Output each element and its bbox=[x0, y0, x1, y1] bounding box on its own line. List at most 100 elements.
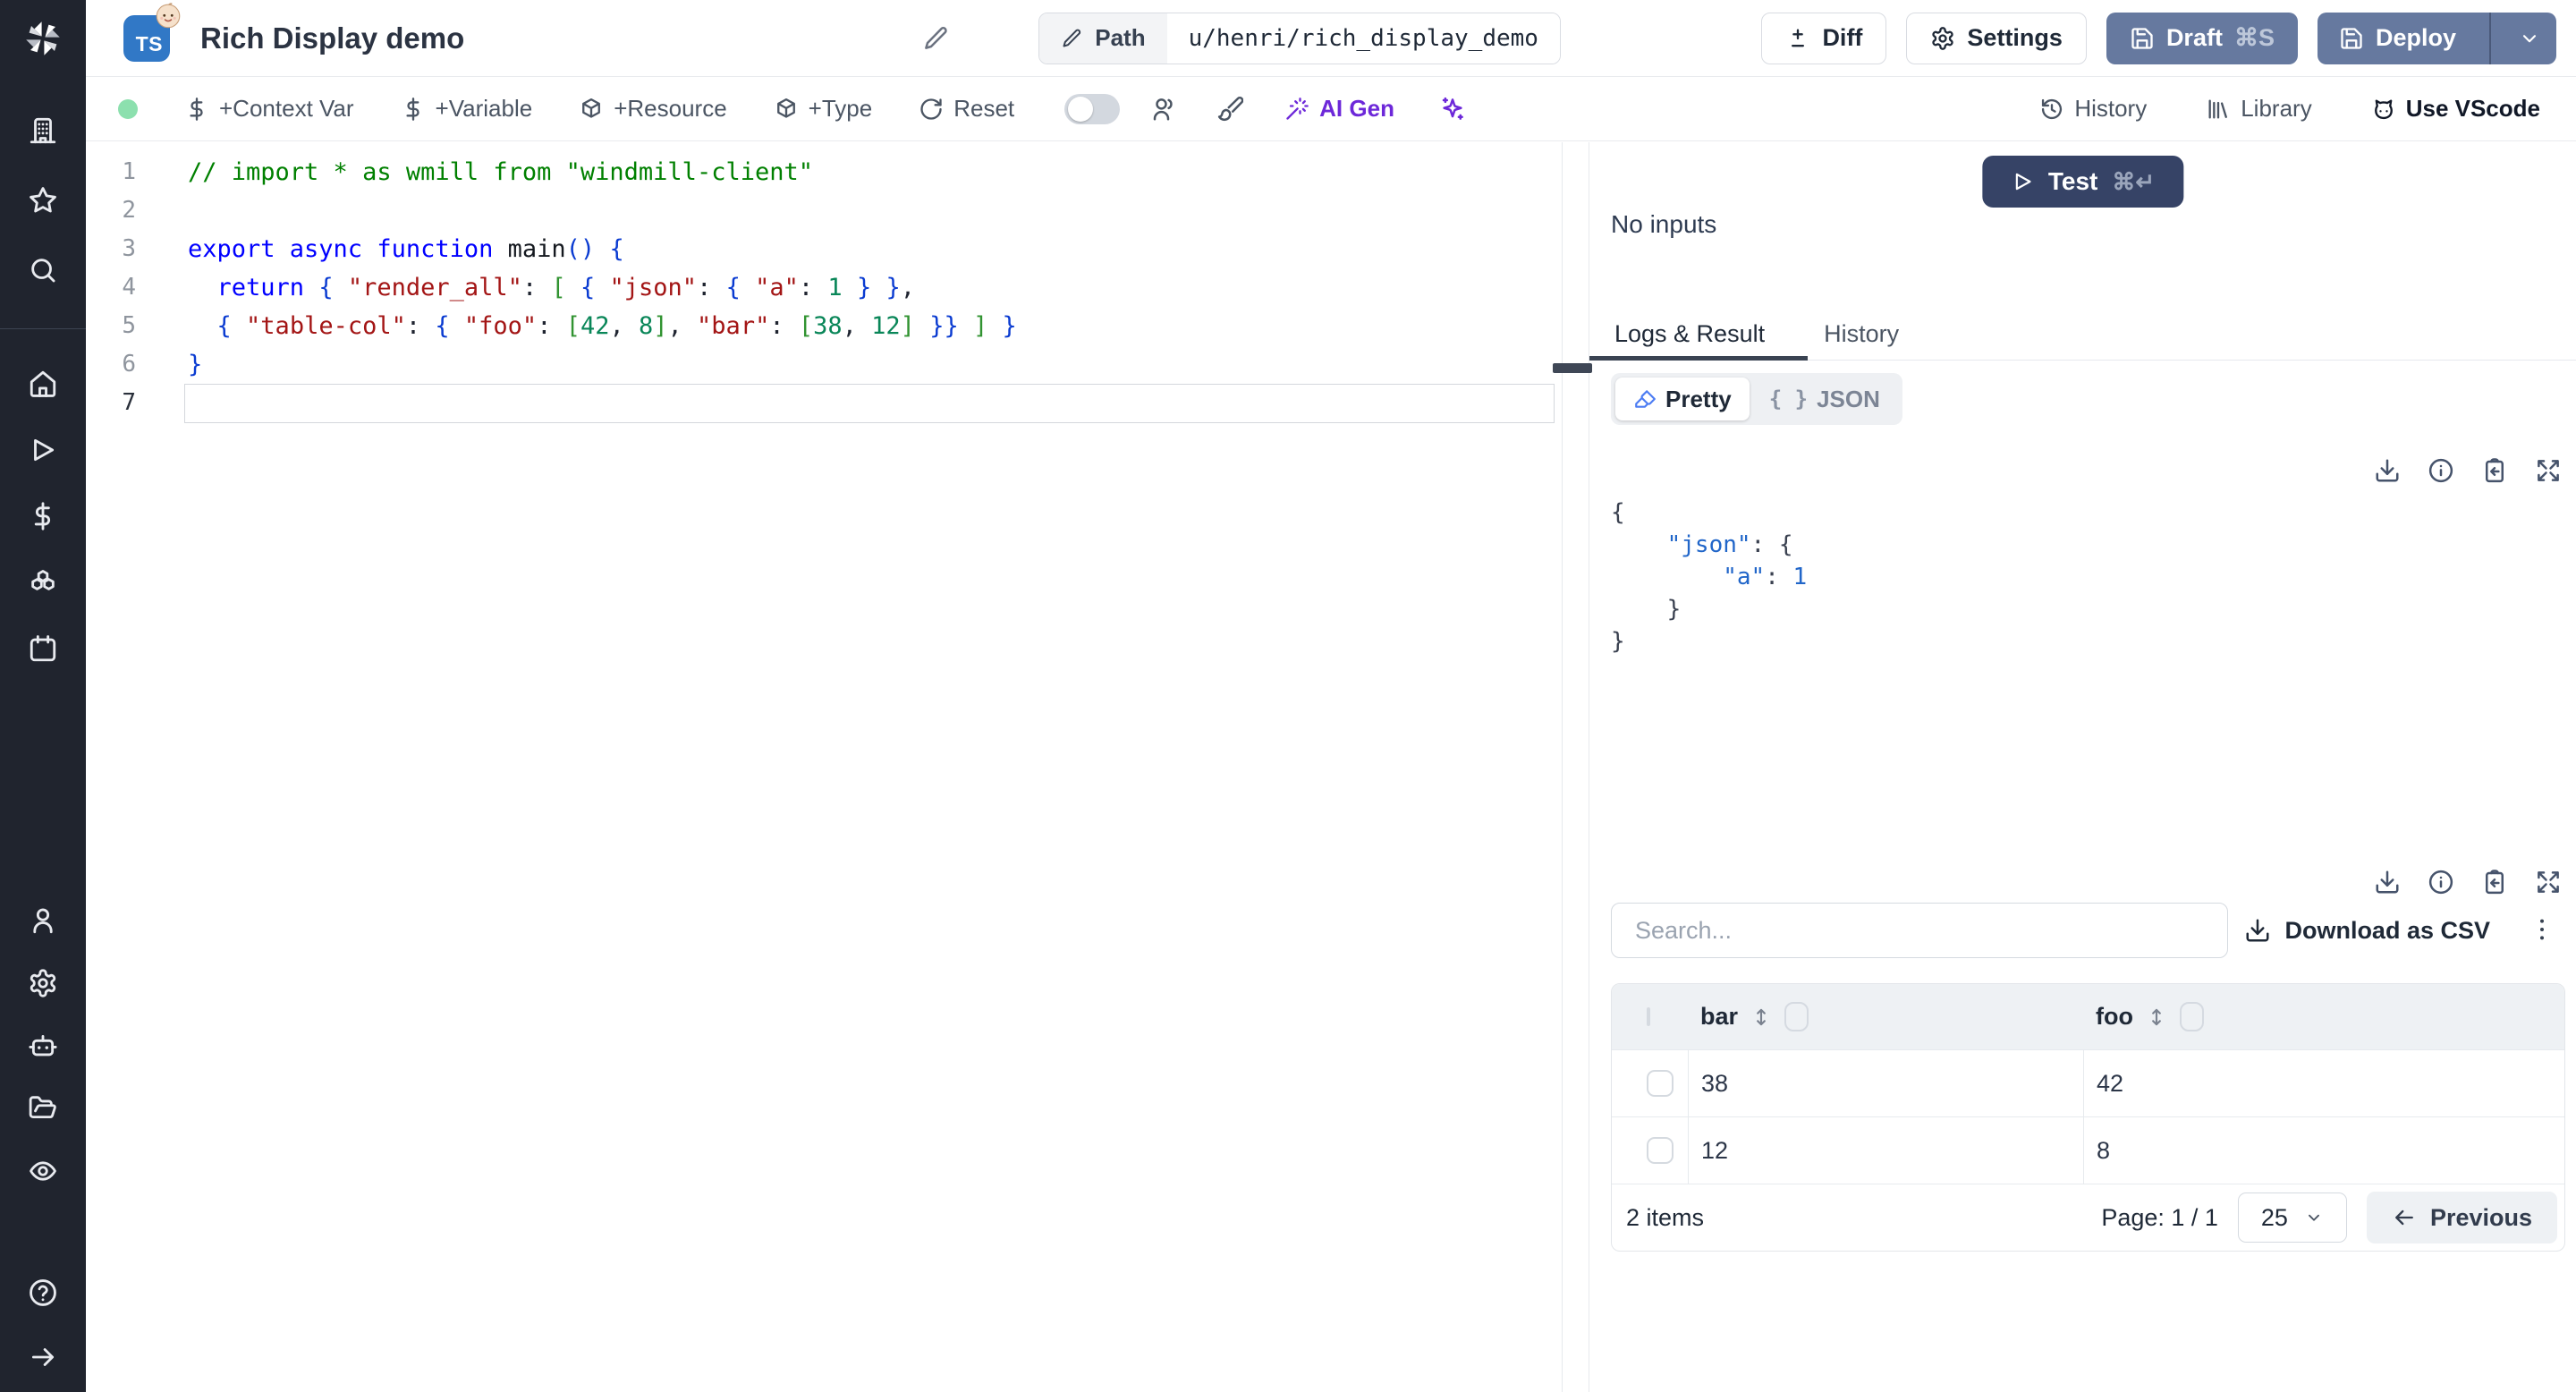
search-icon[interactable] bbox=[28, 255, 58, 285]
table-menu-kebab-icon[interactable] bbox=[2528, 915, 2556, 944]
json-view-button[interactable]: { } JSON bbox=[1751, 378, 1898, 420]
building-icon[interactable] bbox=[28, 115, 58, 146]
line-number: 6 bbox=[122, 351, 136, 378]
pretty-view-button[interactable]: Pretty bbox=[1615, 378, 1750, 420]
code-line[interactable]: } bbox=[188, 345, 1562, 384]
calendar-icon[interactable] bbox=[28, 633, 58, 664]
table-row[interactable]: 38 42 bbox=[1612, 1049, 2564, 1116]
select-all-cell bbox=[1612, 1006, 1688, 1026]
sort-icon[interactable] bbox=[1750, 1006, 1773, 1029]
pane-resize-handle[interactable] bbox=[1553, 363, 1592, 373]
column-filter-pill[interactable] bbox=[1784, 1002, 1809, 1031]
row-checkbox[interactable] bbox=[1647, 1137, 1674, 1164]
select-all-checkbox[interactable] bbox=[1647, 1006, 1650, 1026]
download-csv-label: Download as CSV bbox=[2284, 916, 2490, 944]
table-footer: 2 items Page: 1 / 1 25 Previous bbox=[1612, 1184, 2564, 1251]
star-icon[interactable] bbox=[28, 185, 58, 216]
library-button[interactable]: Library bbox=[2206, 95, 2312, 123]
add-context-var-button[interactable]: +Context Var bbox=[184, 95, 354, 123]
info-icon[interactable] bbox=[2428, 869, 2454, 895]
user-icon[interactable] bbox=[28, 905, 58, 936]
boxes-icon[interactable] bbox=[28, 567, 58, 598]
ai-gen-button[interactable]: AI Gen bbox=[1284, 95, 1394, 123]
code-line[interactable]: // import * as wmill from "windmill-clie… bbox=[188, 153, 1562, 191]
copy-clipboard-icon[interactable] bbox=[2481, 869, 2508, 895]
code-editor[interactable]: 1 2 3 4 5 6 7 // import * as wmill from "windm… bbox=[86, 142, 1562, 1392]
code-line[interactable]: return { "render_all": [ { "json": { "a"… bbox=[188, 268, 1562, 307]
json-label: JSON bbox=[1817, 385, 1880, 412]
code-line[interactable]: export async function main() { bbox=[188, 230, 1562, 268]
info-icon[interactable] bbox=[2428, 457, 2454, 484]
dollar-icon bbox=[401, 97, 426, 122]
page-title: Rich Display demo bbox=[200, 21, 465, 55]
assistant-toggle[interactable] bbox=[1064, 93, 1121, 124]
table-row[interactable]: 12 8 bbox=[1612, 1116, 2564, 1184]
deploy-button[interactable]: Deploy bbox=[2317, 12, 2556, 64]
deploy-dropdown-button[interactable] bbox=[2503, 13, 2556, 64]
draft-button[interactable]: Draft ⌘S bbox=[2106, 12, 2298, 64]
table-search-input[interactable] bbox=[1611, 903, 2228, 958]
result-view-toggle: Pretty { } JSON bbox=[1611, 373, 1902, 425]
column-header-bar[interactable]: bar bbox=[1688, 1002, 2083, 1031]
highlighter-icon bbox=[1633, 387, 1657, 411]
play-icon[interactable] bbox=[28, 435, 58, 465]
path-button[interactable]: Path u/henri/rich_display_demo bbox=[1038, 12, 1561, 64]
history-label: History bbox=[2074, 95, 2148, 122]
history-button[interactable]: History bbox=[2039, 95, 2147, 123]
arrow-right-icon[interactable] bbox=[28, 1342, 58, 1372]
settings-icon[interactable] bbox=[28, 968, 58, 998]
code-line[interactable] bbox=[184, 384, 1562, 423]
format-brush-icon[interactable] bbox=[1216, 96, 1244, 123]
package-icon bbox=[579, 97, 604, 122]
code-line[interactable]: { "table-col": { "foo": [42, 8], "bar": … bbox=[188, 307, 1562, 345]
expand-icon[interactable] bbox=[2535, 869, 2562, 895]
diff-icon bbox=[1785, 26, 1810, 51]
settings-button[interactable]: Settings bbox=[1906, 12, 2087, 64]
download-icon[interactable] bbox=[2374, 869, 2401, 895]
diff-button[interactable]: Diff bbox=[1761, 12, 1887, 64]
users-icon[interactable] bbox=[1150, 96, 1177, 123]
settings-label: Settings bbox=[1967, 24, 2063, 51]
column-header-foo[interactable]: foo bbox=[2083, 1002, 2564, 1031]
sparkles-icon[interactable] bbox=[1439, 96, 1466, 123]
path-value: u/henri/rich_display_demo bbox=[1166, 13, 1560, 64]
column-label: bar bbox=[1700, 1003, 1739, 1030]
sort-icon[interactable] bbox=[2145, 1006, 2168, 1029]
deploy-split-divider bbox=[2489, 12, 2491, 64]
library-icon bbox=[2206, 97, 2231, 122]
copy-clipboard-icon[interactable] bbox=[2481, 457, 2508, 484]
page-size-select[interactable]: 25 bbox=[2237, 1193, 2347, 1243]
row-checkbox[interactable] bbox=[1647, 1070, 1674, 1097]
help-icon[interactable] bbox=[28, 1277, 58, 1308]
test-button[interactable]: Test ⌘↵ bbox=[1981, 156, 2184, 208]
edit-summary-pencil-icon[interactable] bbox=[922, 25, 949, 52]
windmill-logo-icon[interactable] bbox=[0, 0, 86, 76]
expand-icon[interactable] bbox=[2535, 457, 2562, 484]
home-icon[interactable] bbox=[28, 369, 58, 399]
reset-button[interactable]: Reset bbox=[919, 95, 1014, 123]
add-resource-button[interactable]: +Resource bbox=[579, 95, 727, 123]
code-line[interactable] bbox=[188, 191, 1562, 230]
pane-separator bbox=[1562, 142, 1563, 1392]
no-inputs-text: No inputs bbox=[1611, 210, 1717, 238]
library-label: Library bbox=[2241, 95, 2312, 122]
result-tabs: Logs & Result History bbox=[1589, 309, 2576, 361]
braces-icon: { } bbox=[1768, 386, 1809, 412]
download-icon[interactable] bbox=[2374, 457, 2401, 484]
download-csv-button[interactable]: Download as CSV bbox=[2244, 903, 2490, 958]
tab-logs-result[interactable]: Logs & Result bbox=[1589, 309, 1809, 361]
code-area[interactable]: // import * as wmill from "windmill-clie… bbox=[184, 142, 1562, 1392]
previous-page-button[interactable]: Previous bbox=[2366, 1192, 2557, 1243]
column-filter-pill[interactable] bbox=[2179, 1002, 2204, 1031]
bot-icon[interactable] bbox=[28, 1031, 58, 1061]
result-json-view: { "json": { "a": 1 }} bbox=[1611, 497, 1807, 658]
add-variable-button[interactable]: +Variable bbox=[401, 95, 532, 123]
add-type-button[interactable]: +Type bbox=[774, 95, 872, 123]
eye-icon[interactable] bbox=[28, 1156, 58, 1186]
folder-open-icon[interactable] bbox=[28, 1093, 58, 1124]
deploy-label: Deploy bbox=[2375, 24, 2456, 51]
table-cell: 38 bbox=[1688, 1050, 2083, 1116]
dollar-icon[interactable] bbox=[28, 501, 58, 531]
use-vscode-button[interactable]: Use VScode bbox=[2371, 95, 2540, 123]
tab-history[interactable]: History bbox=[1820, 309, 1902, 360]
